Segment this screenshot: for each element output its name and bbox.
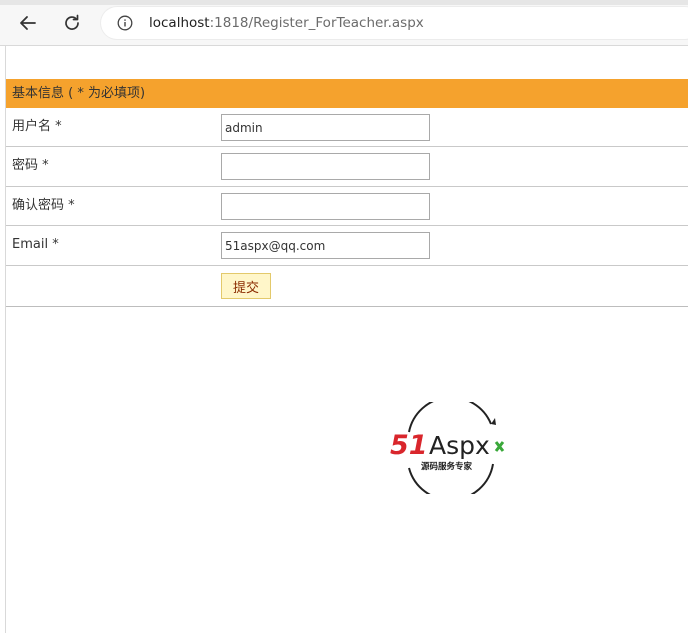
url-host: localhost: [149, 15, 210, 31]
url-text[interactable]: localhost:1818/Register_ForTeacher.aspx: [149, 15, 424, 32]
password-label: 密码 *: [12, 158, 49, 173]
reload-icon: [65, 14, 79, 30]
browser-toolbar: localhost:1818/Register_ForTeacher.aspx: [0, 0, 688, 46]
form-row-username: 用户名 *: [6, 108, 688, 147]
logo-tagline: 源码服务专家: [421, 461, 473, 472]
51aspx-logo: 51 Aspx 源码服务专家: [390, 402, 505, 494]
logo-x-accent: [494, 441, 505, 452]
password-input[interactable]: [221, 153, 430, 180]
form-row-confirm-password: 确认密码 *: [6, 187, 688, 226]
arrow-left-icon: [20, 16, 36, 30]
logo-ring-top: [408, 402, 492, 433]
form-section-header: 基本信息 ( * 为必填项): [6, 79, 688, 108]
back-button[interactable]: [13, 9, 43, 37]
info-icon[interactable]: [117, 15, 133, 31]
form-row-submit: 提交: [6, 266, 688, 307]
browser-top-strip: [0, 0, 688, 5]
form-row-email: Email *: [6, 226, 688, 266]
confirm-password-label: 确认密码 *: [12, 198, 75, 213]
form-row-password: 密码 *: [6, 147, 688, 187]
username-input[interactable]: [221, 114, 430, 141]
reload-button[interactable]: [57, 9, 87, 37]
email-input[interactable]: [221, 232, 430, 259]
page-content: 基本信息 ( * 为必填项) 用户名 * 密码 * 确认密码 * Email *…: [5, 46, 688, 633]
logo-number: 51: [390, 430, 428, 461]
url-path: :1818/Register_ForTeacher.aspx: [209, 15, 424, 31]
username-label: 用户名 *: [12, 119, 62, 134]
email-label: Email *: [12, 237, 59, 252]
address-bar[interactable]: localhost:1818/Register_ForTeacher.aspx: [101, 7, 688, 39]
logo-text: Aspx: [429, 431, 490, 460]
confirm-password-input[interactable]: [221, 193, 430, 220]
logo-ring-arrow: [491, 418, 496, 425]
submit-button[interactable]: 提交: [221, 273, 271, 299]
